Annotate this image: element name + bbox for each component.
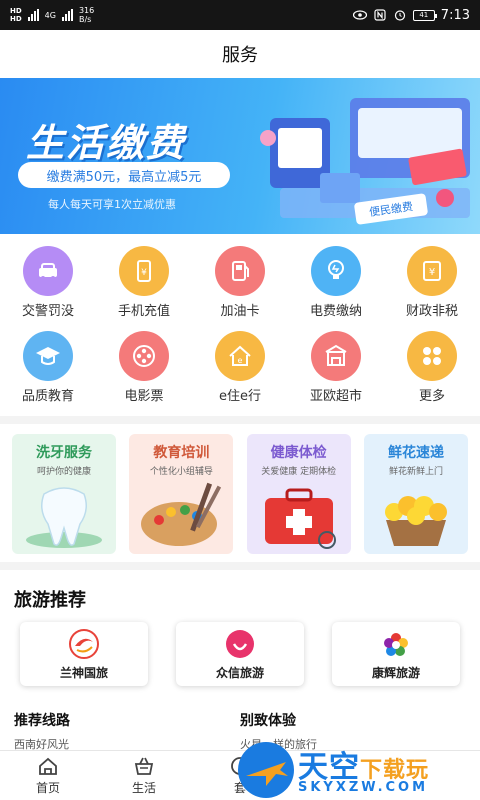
card-title: 教育培训 — [153, 445, 210, 461]
network-hd-indicator: HD HD — [10, 7, 22, 23]
route-title: 别致体验 — [240, 713, 296, 729]
service-item[interactable]: ¥ 财政非税 — [384, 246, 480, 319]
more-icon — [407, 331, 457, 381]
medical-kit-icon — [264, 488, 336, 549]
watermark: 天空下载玩 SKYXZW.COM — [236, 740, 480, 800]
service-label: 手机充值 — [117, 304, 170, 319]
shop-icon — [311, 331, 361, 381]
service-label: e住e行 — [219, 389, 261, 404]
service-label: 加油卡 — [220, 304, 260, 319]
feature-card[interactable]: 健康体检 关爱健康 定期体检 — [246, 434, 351, 554]
clock: 7:13 — [440, 7, 470, 23]
basket-icon — [134, 757, 154, 775]
service-label: 交警罚没 — [21, 304, 74, 319]
service-item[interactable]: 亚欧超市 — [288, 331, 384, 404]
service-label: 电费缴纳 — [309, 304, 362, 319]
house-icon: e — [215, 331, 265, 381]
travel-agency-card[interactable]: 众信旅游 — [176, 622, 304, 686]
tab-label: 首页 — [35, 781, 60, 795]
nfc-icon — [373, 9, 387, 21]
phone-icon: ¥ — [119, 246, 169, 296]
tab-label: 生活 — [131, 781, 156, 795]
banner-subtitle: 每人每天可享1次立减优惠 — [48, 198, 176, 211]
service-grid: 交警罚没 ¥ 手机充值 加油卡 电费缴纳 ¥ 财政非税品质教育 电影票 e e住e行 亚欧超市 更多 — [0, 234, 480, 416]
feature-cards: 洗牙服务 呵护你的健康 教育培训 个性化小组辅导 健康体检 关爱健康 定期体检 鲜花速递 鲜花… — [0, 424, 480, 562]
service-item[interactable]: e e住e行 — [192, 331, 288, 404]
graduation-cap-icon — [23, 331, 73, 381]
promo-banner[interactable]: 生活缴费 缴费满50元，最高立减5元 每人每天可享1次立减优惠 便民缴费 — [0, 78, 480, 234]
travel-agency-card[interactable]: 康辉旅游 — [332, 622, 460, 686]
battery-icon: 41 — [412, 9, 437, 21]
banner-promo: 缴费满50元，最高立减5元 — [18, 162, 230, 188]
watermark-url: SKYXZW.COM — [298, 780, 429, 795]
card-title: 洗牙服务 — [36, 445, 92, 461]
page-title: 服务 — [222, 45, 258, 66]
lanshen-logo — [69, 628, 99, 659]
service-item[interactable]: 加油卡 — [192, 246, 288, 319]
travel-section-title: 旅游推荐 — [14, 590, 86, 611]
home-icon — [39, 757, 57, 775]
status-bar: HD HD 4G 316 B/s 41 7:13 — [0, 0, 480, 30]
svg-text:e: e — [238, 356, 243, 365]
travel-agency-name: 众信旅游 — [215, 665, 264, 680]
card-title: 鲜花速递 — [387, 445, 444, 461]
watermark-logo-icon — [238, 742, 294, 798]
travel-agency-row: 兰神国旅 众信旅游 康辉旅游 — [0, 622, 480, 686]
network-speed: 316 B/s — [78, 6, 95, 24]
service-item[interactable]: 电费缴纳 — [288, 246, 384, 319]
travel-agency-name: 兰神国旅 — [59, 665, 108, 680]
divider — [0, 416, 480, 424]
feature-card[interactable]: 教育培训 个性化小组辅导 — [129, 434, 234, 554]
feature-card[interactable]: 鲜花速递 鲜花新鲜上门 — [363, 434, 468, 554]
svg-text:¥: ¥ — [141, 268, 147, 278]
eye-icon — [352, 9, 367, 21]
signal-strength-icon-2 — [61, 9, 73, 21]
travel-agency-card[interactable]: 兰神国旅 — [20, 622, 148, 686]
banner-title: 生活缴费 — [26, 121, 187, 165]
service-item[interactable]: 电影票 — [96, 331, 192, 404]
service-label: 财政非税 — [405, 304, 458, 319]
status-right: 41 7:13 — [352, 7, 470, 23]
service-label: 亚欧超市 — [309, 389, 362, 404]
signal-strength-icon — [27, 9, 39, 21]
money-icon: ¥ — [407, 246, 457, 296]
svg-text:¥: ¥ — [429, 267, 435, 278]
service-label: 电影票 — [124, 389, 164, 404]
service-item[interactable]: 更多 — [384, 331, 480, 404]
palette-icon — [141, 482, 222, 546]
fuel-card-icon — [215, 246, 265, 296]
tab-item[interactable]: 生活 — [96, 751, 192, 800]
service-item[interactable]: ¥ 手机充值 — [96, 246, 192, 319]
status-left: HD HD 4G 316 B/s — [10, 6, 94, 24]
service-label: 品质教育 — [21, 389, 74, 404]
feature-card[interactable]: 洗牙服务 呵护你的健康 — [12, 434, 116, 554]
card-title: 健康体检 — [270, 445, 327, 461]
service-item[interactable]: 品质教育 — [0, 331, 96, 404]
route-title: 推荐线路 — [14, 713, 70, 729]
network-type-label: 4G — [44, 10, 56, 20]
tab-item[interactable]: 首页 — [0, 751, 96, 800]
car-icon — [23, 246, 73, 296]
flower-basket-icon — [384, 496, 447, 546]
divider — [0, 562, 480, 570]
zhongxin-logo — [226, 629, 254, 658]
kanghui-logo — [384, 632, 408, 656]
bulb-icon — [311, 246, 361, 296]
alarm-icon — [393, 9, 407, 21]
service-label: 更多 — [418, 389, 445, 404]
film-reel-icon — [119, 331, 169, 381]
service-item[interactable]: 交警罚没 — [0, 246, 96, 319]
tooth-icon — [26, 487, 102, 548]
travel-agency-name: 康辉旅游 — [371, 665, 420, 680]
